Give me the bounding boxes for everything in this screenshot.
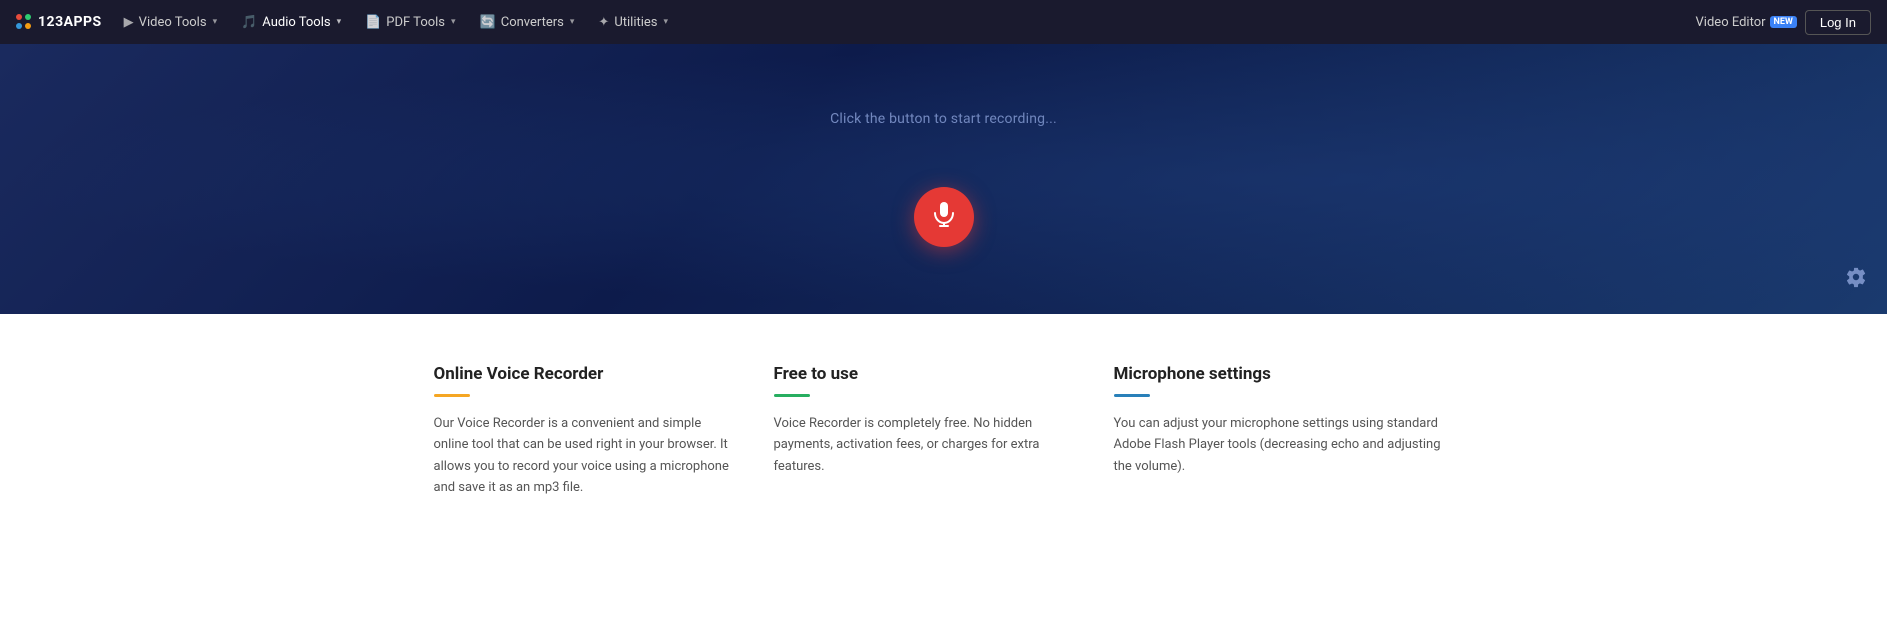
- nav-audio-tools[interactable]: 🎵 Audio Tools ▾: [231, 0, 351, 44]
- logo-text: 123APPS: [38, 14, 102, 30]
- info-divider-free: [774, 394, 810, 397]
- audio-tools-chevron: ▾: [337, 17, 342, 27]
- pdf-tools-icon: 📄: [365, 15, 381, 30]
- logo-dot-green: [25, 14, 31, 20]
- hero-section: Click the button to start recording...: [0, 44, 1887, 314]
- video-tools-icon: ▶: [124, 15, 134, 30]
- navbar: 123APPS ▶ Video Tools ▾ 🎵 Audio Tools ▾ …: [0, 0, 1887, 44]
- info-divider-voice-recorder: [434, 394, 470, 397]
- nav-video-tools[interactable]: ▶ Video Tools ▾: [114, 0, 227, 44]
- video-editor-link[interactable]: Video EditorNEW: [1696, 15, 1797, 30]
- nav-pdf-tools-label: PDF Tools: [386, 15, 445, 30]
- nav-video-tools-label: Video Tools: [139, 15, 207, 30]
- info-card-voice-recorder: Online Voice Recorder Our Voice Recorder…: [434, 364, 774, 499]
- logo-dot-blue: [16, 23, 22, 29]
- utilities-icon: ✦: [598, 15, 609, 30]
- nav-converters[interactable]: 🔄 Converters ▾: [470, 0, 585, 44]
- logo-dot-red: [16, 14, 22, 20]
- info-card-title-mic-settings: Microphone settings: [1114, 364, 1454, 384]
- logo[interactable]: 123APPS: [16, 14, 102, 30]
- info-card-text-voice-recorder: Our Voice Recorder is a convenient and s…: [434, 413, 734, 499]
- info-card-free: Free to use Voice Recorder is completely…: [774, 364, 1114, 499]
- info-divider-mic-settings: [1114, 394, 1150, 397]
- nav-audio-tools-label: Audio Tools: [262, 15, 330, 30]
- nav-converters-label: Converters: [501, 15, 564, 30]
- nav-right: Video EditorNEW Log In: [1696, 10, 1871, 35]
- logo-dots: [16, 14, 32, 30]
- info-section: Online Voice Recorder Our Voice Recorder…: [0, 314, 1887, 559]
- nav-utilities[interactable]: ✦ Utilities ▾: [588, 0, 678, 44]
- new-badge: NEW: [1770, 16, 1797, 28]
- logo-dot-yellow: [25, 23, 31, 29]
- audio-tools-icon: 🎵: [241, 15, 257, 30]
- settings-button[interactable]: [1845, 266, 1867, 294]
- info-card-title-voice-recorder: Online Voice Recorder: [434, 364, 734, 384]
- nav-utilities-label: Utilities: [614, 15, 657, 30]
- info-card-text-mic-settings: You can adjust your microphone settings …: [1114, 413, 1454, 477]
- converters-chevron: ▾: [570, 17, 575, 27]
- hero-prompt: Click the button to start recording...: [830, 111, 1057, 127]
- info-card-mic-settings: Microphone settings You can adjust your …: [1114, 364, 1454, 499]
- microphone-icon: [933, 201, 955, 233]
- utilities-chevron: ▾: [664, 17, 669, 27]
- login-button[interactable]: Log In: [1805, 10, 1871, 35]
- record-button[interactable]: [914, 187, 974, 247]
- info-card-title-free: Free to use: [774, 364, 1074, 384]
- pdf-tools-chevron: ▾: [451, 17, 456, 27]
- info-card-text-free: Voice Recorder is completely free. No hi…: [774, 413, 1074, 477]
- nav-pdf-tools[interactable]: 📄 PDF Tools ▾: [355, 0, 465, 44]
- converters-icon: 🔄: [480, 15, 496, 30]
- video-tools-chevron: ▾: [213, 17, 218, 27]
